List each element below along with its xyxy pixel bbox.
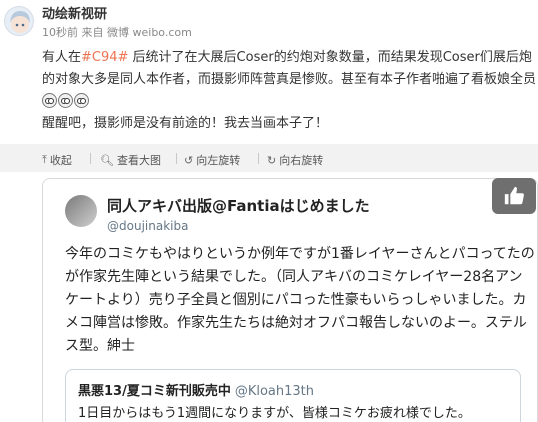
rotate-left-button[interactable]: ↺ 向左旋转 bbox=[184, 152, 240, 168]
view-large-label: 查看大图 bbox=[116, 154, 161, 167]
post-line2: 醒醒吧，摄影师是没有前途的！我去当画本子了！ bbox=[42, 116, 329, 131]
via-source[interactable]: 微博 weibo.com bbox=[107, 26, 192, 39]
quoted-text: 1日目からはもう1週間になりますが、皆様コミケお疲れ様でした。 bbox=[78, 406, 471, 421]
collapse-button[interactable]: ⤒ 收起 bbox=[42, 152, 72, 168]
post-time[interactable]: 10秒前 bbox=[42, 26, 78, 39]
quoted-author-handle: @Kloah13th bbox=[234, 384, 315, 399]
rotate-left-label: 向左旋转 bbox=[196, 154, 241, 167]
thumbs-up-icon bbox=[504, 186, 524, 205]
crying-emoticon bbox=[74, 93, 89, 108]
rotate-left-icon: ↺ bbox=[184, 153, 194, 167]
divider bbox=[90, 153, 91, 164]
quoted-author-name: 黒悪13/夏コミ新刊販売中 bbox=[78, 384, 231, 399]
quoted-author: 黒悪13/夏コミ新刊販売中 @Kloah13th bbox=[78, 380, 314, 399]
tweet-author-name: 同人アキバ出版@Fantiaはじめました bbox=[107, 197, 370, 215]
via-prefix: 来自 bbox=[81, 26, 104, 39]
quoted-tweet: 黒悪13/夏コミ新刊販売中 @Kloah13th 1日目からはもう1週間になります… bbox=[65, 369, 521, 422]
rotate-right-icon: ↻ bbox=[267, 153, 277, 167]
divider bbox=[176, 153, 177, 164]
collapse-label: 收起 bbox=[49, 154, 72, 167]
rotate-right-button[interactable]: ↻ 向右旋转 bbox=[267, 152, 323, 168]
tweet-avatar bbox=[65, 195, 97, 227]
user-avatar[interactable] bbox=[4, 6, 34, 36]
like-button[interactable] bbox=[492, 178, 536, 214]
collapse-arrow-icon: ⤒ bbox=[42, 153, 47, 166]
tweet-author-handle: @doujinakiba bbox=[107, 219, 189, 233]
image-toolbar: ⤒ 收起 🔍︎ 查看大图 ↺ 向左旋转 ↻ 向右旋转 bbox=[0, 144, 538, 172]
magnify-icon: 🔍︎ bbox=[100, 153, 114, 167]
crying-emoticon bbox=[58, 93, 73, 108]
divider bbox=[258, 153, 259, 164]
post-meta: 10秒前 来自 微博 weibo.com bbox=[42, 24, 192, 40]
post-text-a: 有人在 bbox=[42, 50, 82, 65]
topic-tag[interactable]: #C94# bbox=[81, 50, 128, 65]
username[interactable]: 动绘新视研 bbox=[42, 3, 107, 22]
rotate-right-label: 向右旋转 bbox=[279, 154, 324, 167]
tweet-screenshot-image[interactable]: 同人アキバ出版@Fantiaはじめました @doujinakiba 今年のコミケ… bbox=[42, 178, 538, 422]
view-large-button[interactable]: 🔍︎ 查看大图 bbox=[100, 152, 161, 168]
tweet-body: 今年のコミケもやはりというか例年ですが1番レイヤーさんとパコってたのが作家先生陣… bbox=[65, 246, 535, 354]
post-header: 动绘新视研 10秒前 来自 微博 weibo.com bbox=[0, 0, 538, 48]
post-body: 有人在#C94# 后统计了在大展后Coser的约炮对象数量，而结果发现Coser… bbox=[42, 47, 536, 135]
crying-emoticon bbox=[42, 93, 57, 108]
